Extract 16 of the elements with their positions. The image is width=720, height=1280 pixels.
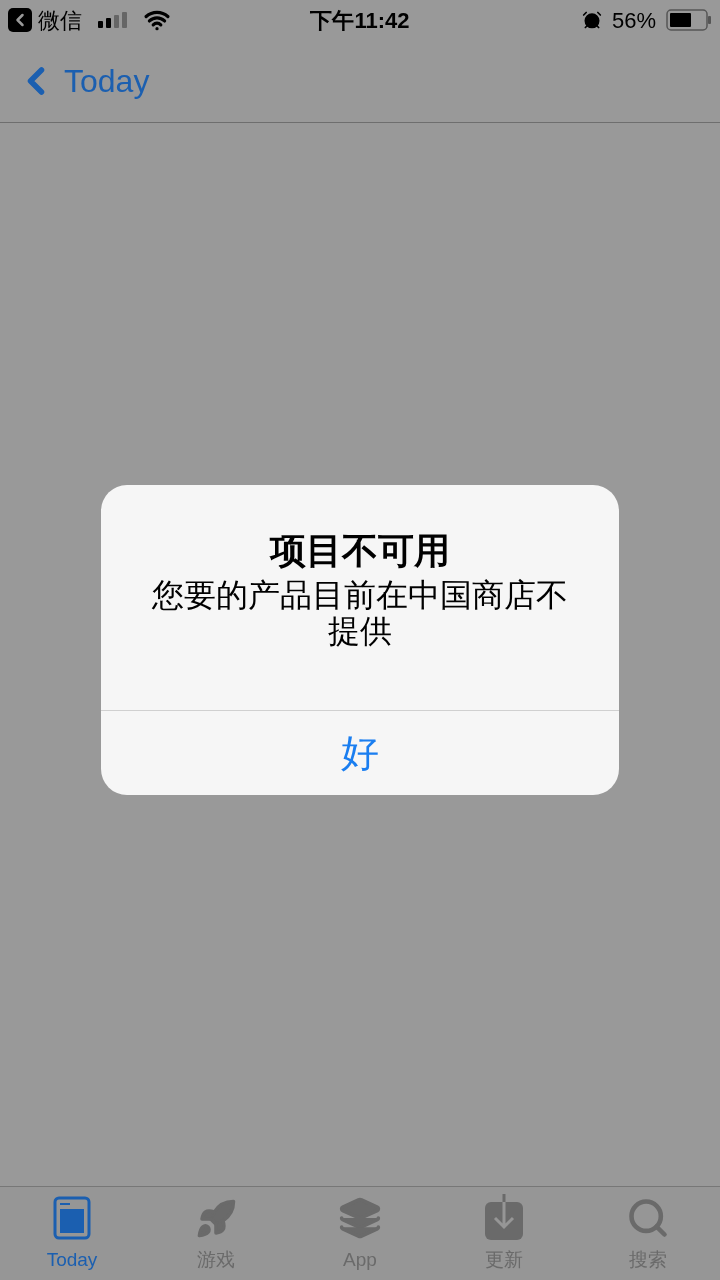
clock: 下午11:42 xyxy=(309,6,411,35)
layers-icon xyxy=(338,1195,382,1240)
tab[interactable]: Today xyxy=(0,1187,144,1280)
alert-message: 您要的产品目前在中国商店不提供 xyxy=(151,577,569,649)
back-app-label[interactable]: 微信 xyxy=(38,3,82,37)
download-icon xyxy=(485,1193,523,1240)
back-button[interactable]: Today xyxy=(14,57,150,105)
ok-button[interactable]: 好 xyxy=(101,710,619,795)
battery-percent: 56% xyxy=(611,6,656,35)
alert-title: 项目不可用 xyxy=(270,529,450,573)
alarm-icon xyxy=(581,10,602,30)
today-icon xyxy=(53,1195,91,1240)
rocket-icon xyxy=(195,1197,237,1240)
battery-icon xyxy=(666,9,712,31)
signal-icon xyxy=(98,12,130,28)
back-icon[interactable] xyxy=(8,8,32,32)
